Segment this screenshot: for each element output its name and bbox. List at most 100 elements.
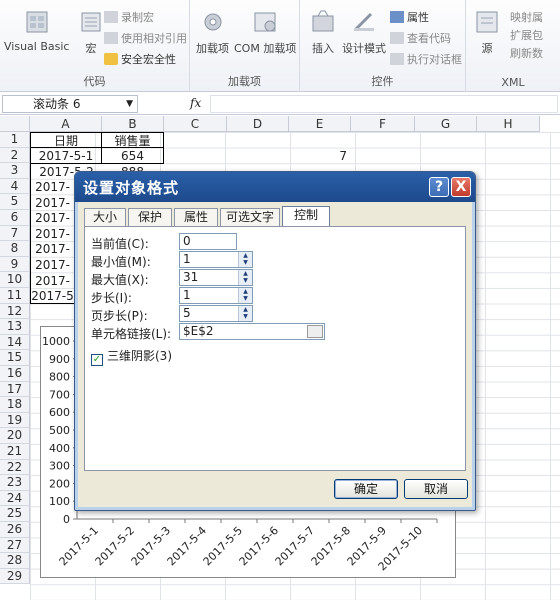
expansion-pack-button[interactable]: 扩展包 <box>510 28 543 44</box>
ribbon-group-addins: 加载项 COM 加载项 加载项 <box>190 0 300 92</box>
row-header-19[interactable]: 19 <box>0 412 30 429</box>
row-header-3[interactable]: 3 <box>0 163 30 179</box>
column-header-b[interactable]: B <box>102 116 164 132</box>
function-icon[interactable]: fx <box>190 96 201 110</box>
row-header-26[interactable]: 26 <box>0 522 30 538</box>
cell-a10[interactable]: 2017- <box>30 273 74 289</box>
visual-basic-button[interactable]: Visual Basic <box>4 8 69 53</box>
visual-basic-icon <box>26 11 48 33</box>
relative-reference-button[interactable]: 使用相对引用 <box>104 31 187 47</box>
column-header-e[interactable]: E <box>289 116 351 132</box>
row-header-18[interactable]: 18 <box>0 397 30 413</box>
row-header-5[interactable]: 5 <box>0 194 30 210</box>
tab-control[interactable]: 控制 <box>282 206 330 227</box>
formula-input[interactable] <box>210 95 558 113</box>
row-header-12[interactable]: 12 <box>0 303 30 320</box>
column-header-c[interactable]: C <box>164 116 227 132</box>
row-header-6[interactable]: 6 <box>0 210 30 226</box>
tab-size[interactable]: 大小 <box>84 208 126 226</box>
cell-b1[interactable]: 销售量 <box>101 132 164 148</box>
tab-protection[interactable]: 保护 <box>128 208 172 226</box>
relative-reference-icon <box>104 32 118 44</box>
cancel-button[interactable]: 取消 <box>404 479 468 499</box>
row-header-14[interactable]: 14 <box>0 334 30 351</box>
range-select-icon[interactable] <box>307 325 323 338</box>
step-label: 步长(I): <box>91 291 132 305</box>
macro-button[interactable]: 宏 <box>76 8 106 56</box>
row-header-8[interactable]: 8 <box>0 241 30 257</box>
chevron-down-icon[interactable]: ▼ <box>126 96 133 112</box>
current-value-input[interactable]: 0 <box>179 233 237 250</box>
row-header-28[interactable]: 28 <box>0 553 30 569</box>
cell-e2[interactable]: 7 <box>289 148 351 164</box>
row-header-10[interactable]: 10 <box>0 272 30 288</box>
row-header-11[interactable]: 11 <box>0 288 30 304</box>
page-step-stepper[interactable]: 5 ▲ ▼ <box>179 305 253 322</box>
row-header-21[interactable]: 21 <box>0 444 30 460</box>
cell-a8[interactable]: 2017- <box>30 241 74 257</box>
row-header-23[interactable]: 23 <box>0 475 30 491</box>
row-header-7[interactable]: 7 <box>0 225 30 242</box>
com-addins-button[interactable]: COM 加载项 <box>234 8 296 56</box>
spin-arrows-icon[interactable]: ▲ ▼ <box>238 252 252 267</box>
row-header-20[interactable]: 20 <box>0 428 30 444</box>
cell-a1[interactable]: 日期 <box>30 132 102 148</box>
map-properties-button[interactable]: 映射属 <box>510 10 543 26</box>
row-header-17[interactable]: 17 <box>0 381 30 398</box>
column-header-f[interactable]: F <box>351 116 415 132</box>
column-header-h[interactable]: H <box>477 116 540 132</box>
spin-arrows-icon[interactable]: ▲ ▼ <box>238 288 252 303</box>
row-header-4[interactable]: 4 <box>0 178 30 195</box>
row-header-24[interactable]: 24 <box>0 490 30 507</box>
cell-a11[interactable]: 2017-5 <box>30 288 74 304</box>
view-code-button[interactable]: 查看代码 <box>390 31 451 47</box>
tab-properties[interactable]: 属性 <box>174 208 218 226</box>
cell-link-label: 单元格链接(L): <box>91 327 172 341</box>
step-stepper[interactable]: 1 ▲ ▼ <box>179 287 253 304</box>
ribbon-group-xml: 源 映射属 扩展包 刷新数 XML <box>466 0 560 92</box>
name-box[interactable]: 滚动条 6 ▼ <box>2 95 138 113</box>
cell-b2[interactable]: 654 <box>101 148 164 164</box>
spin-arrows-icon[interactable]: ▲ ▼ <box>238 306 252 321</box>
row-header-1[interactable]: 1 <box>0 132 30 148</box>
cell-a9[interactable]: 2017- <box>30 257 74 273</box>
cell-link-input[interactable]: $E$2 <box>179 323 325 340</box>
xml-source-button[interactable]: 源 <box>472 8 502 56</box>
record-macro-button[interactable]: 录制宏 <box>104 10 154 26</box>
row-header-22[interactable]: 22 <box>0 459 30 476</box>
tab-alt-text[interactable]: 可选文字 <box>220 208 280 226</box>
row-header-16[interactable]: 16 <box>0 366 30 382</box>
macro-security-button[interactable]: 安全宏全性 <box>104 52 176 68</box>
select-all-corner[interactable] <box>0 116 30 132</box>
refresh-data-button[interactable]: 刷新数 <box>510 46 543 62</box>
spin-arrows-icon[interactable]: ▲ ▼ <box>238 270 252 285</box>
run-dialog-button[interactable]: 执行对话框 <box>390 52 462 68</box>
column-header-g[interactable]: G <box>415 116 477 132</box>
cell-a2[interactable]: 2017-5-1 <box>30 148 102 164</box>
max-value-stepper[interactable]: 31 ▲ ▼ <box>179 269 253 286</box>
cell-a7[interactable]: 2017- <box>30 226 74 242</box>
row-header-13[interactable]: 13 <box>0 319 30 335</box>
row-header-29[interactable]: 29 <box>0 568 30 585</box>
column-header-d[interactable]: D <box>227 116 289 132</box>
min-value-label: 最小值(M): <box>91 255 151 269</box>
min-value-stepper[interactable]: 1 ▲ ▼ <box>179 251 253 268</box>
addins-button[interactable]: 加载项 <box>196 8 229 56</box>
row-header-15[interactable]: 15 <box>0 350 30 366</box>
column-header-a[interactable]: A <box>30 116 102 132</box>
design-mode-button[interactable]: 设计模式 <box>342 8 386 56</box>
row-header-27[interactable]: 27 <box>0 537 30 554</box>
cell-a4[interactable]: 2017- <box>30 179 74 195</box>
ok-button[interactable]: 确定 <box>334 479 398 499</box>
cell-a6[interactable]: 2017- <box>30 210 74 226</box>
3d-shading-checkbox[interactable]: ✓ 三维阴影(3) <box>91 347 172 366</box>
properties-button[interactable]: 属性 <box>390 10 429 26</box>
row-header-2[interactable]: 2 <box>0 147 30 164</box>
close-icon[interactable]: X <box>451 177 471 197</box>
cell-a5[interactable]: 2017- <box>30 195 74 211</box>
row-header-25[interactable]: 25 <box>0 506 30 522</box>
insert-control-button[interactable]: 插入 <box>308 8 338 56</box>
dialog-titlebar[interactable]: 设置对象格式 ? X <box>75 172 475 202</box>
row-header-9[interactable]: 9 <box>0 256 30 273</box>
help-icon[interactable]: ? <box>429 177 449 197</box>
